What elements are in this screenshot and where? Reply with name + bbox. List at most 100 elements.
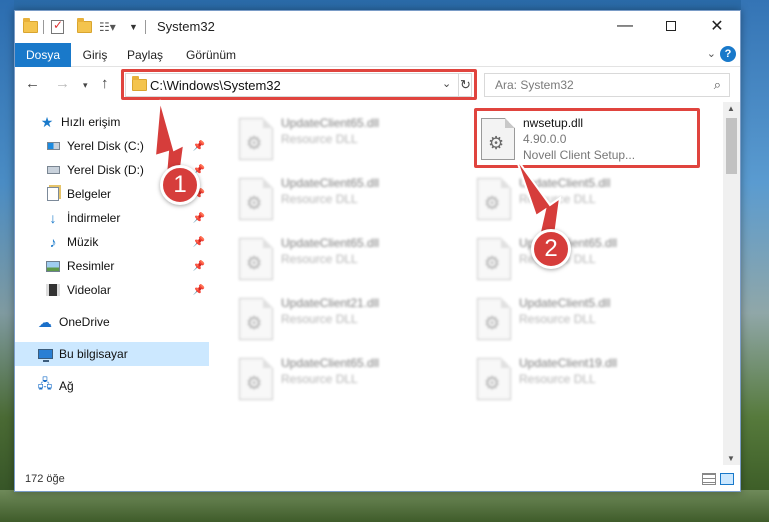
dll-file-icon: ⚙ xyxy=(239,118,273,160)
address-bar[interactable]: C:\Windows\System32 ⌄ ↻ xyxy=(125,73,472,97)
dll-file-icon: ⚙ xyxy=(239,298,273,340)
search-icon[interactable]: ⌕ xyxy=(714,77,721,93)
maximize-button[interactable] xyxy=(648,11,694,41)
dll-file-icon: ⚙ xyxy=(477,358,511,400)
close-button[interactable]: ✕ xyxy=(694,11,740,41)
sidebar-item-label: İndirmeler xyxy=(67,211,121,225)
videos-icon xyxy=(45,282,61,298)
gear-icon: ⚙ xyxy=(246,373,263,393)
sidebar-item-quick-access[interactable]: ★ Hızlı erişim xyxy=(15,110,209,134)
search-placeholder: Ara: System32 xyxy=(495,78,574,92)
file-name: UpdateClient65.dll xyxy=(281,116,380,130)
sidebar-item-label: Yerel Disk (D:) xyxy=(67,163,144,177)
list-item[interactable]: ⚙ UpdateClient65.dll Resource DLL xyxy=(231,354,461,406)
pin-icon[interactable]: 📌 xyxy=(193,261,205,272)
expand-ribbon-icon[interactable]: ⌄ xyxy=(707,47,716,60)
sidebar-item-label: Belgeler xyxy=(67,187,112,201)
highlighted-file-item[interactable]: ⚙ nwsetup.dll 4.90.0.0 Novell Client Set… xyxy=(473,114,703,166)
file-type: Resource DLL xyxy=(281,192,358,206)
address-path[interactable]: C:\Windows\System32 xyxy=(150,78,281,93)
pin-icon[interactable]: 📌 xyxy=(193,285,205,296)
dll-file-icon: ⚙ xyxy=(481,118,515,160)
tab-file[interactable]: Dosya xyxy=(15,43,71,67)
forward-arrow-icon[interactable]: → xyxy=(55,75,70,92)
dll-file-icon: ⚙ xyxy=(477,298,511,340)
tab-home[interactable]: Giriş xyxy=(71,43,119,67)
sidebar-item-label: Hızlı erişim xyxy=(61,115,121,129)
sidebar-item-network[interactable]: 🖧 Ağ xyxy=(15,374,209,398)
list-item[interactable]: ⚙ UpdateClient21.dll Resource DLL xyxy=(231,294,461,346)
customize-toolbar-icon[interactable]: ▼ xyxy=(129,19,139,35)
pin-icon[interactable]: 📌 xyxy=(193,213,205,224)
search-input[interactable]: Ara: System32 ⌕ xyxy=(484,73,730,97)
gear-icon: ⚙ xyxy=(488,133,505,153)
new-folder-icon[interactable] xyxy=(77,18,93,35)
sidebar-item-pictures[interactable]: Resimler 📌 xyxy=(15,254,209,278)
dll-file-icon: ⚙ xyxy=(239,238,273,280)
gear-icon: ⚙ xyxy=(484,253,501,273)
scroll-down-icon[interactable]: ▼ xyxy=(727,454,735,463)
vertical-scrollbar[interactable]: ▲ ▼ xyxy=(723,102,740,465)
file-type: Resource DLL xyxy=(519,372,596,386)
file-description: Novell Client Setup... xyxy=(523,148,636,162)
list-item[interactable]: ⚙ UpdateClient65.dll Resource DLL xyxy=(231,114,461,166)
back-arrow-icon[interactable]: ← xyxy=(25,75,40,92)
explorer-window: ☷▾ ▼ System32 — ✕ Dosya Giriş Paylaş Gör… xyxy=(14,10,741,492)
scrollbar-thumb[interactable] xyxy=(726,118,737,174)
refresh-icon[interactable]: ↻ xyxy=(458,74,472,96)
tab-view[interactable]: Görünüm xyxy=(177,43,245,67)
large-icons-view-icon[interactable] xyxy=(720,473,734,485)
music-icon: ♪ xyxy=(49,234,57,250)
properties-icon[interactable] xyxy=(51,18,67,35)
list-item[interactable]: ⚙ UpdateClient65.dll Resource DLL xyxy=(231,234,461,286)
desktop-background-right xyxy=(741,0,769,522)
sidebar-item-onedrive[interactable]: ☁ OneDrive xyxy=(15,310,209,334)
pictures-icon xyxy=(45,258,61,274)
file-name: UpdateClient65.dll xyxy=(281,356,380,370)
pin-icon[interactable]: 📌 xyxy=(193,237,205,248)
file-name: UpdateClient65.dll xyxy=(281,236,380,250)
minimize-button[interactable]: — xyxy=(602,11,648,41)
tab-share[interactable]: Paylaş xyxy=(119,43,171,67)
pin-icon[interactable]: 📌 xyxy=(193,141,205,152)
help-icon[interactable]: ? xyxy=(720,46,736,62)
downloads-icon: ↓ xyxy=(49,210,57,226)
list-item[interactable]: ⚙ UpdateClient19.dll Resource DLL xyxy=(469,354,699,406)
list-item[interactable]: ⚙ UpdateClient5.dll Resource DLL xyxy=(469,294,699,346)
drive-icon xyxy=(45,162,61,178)
sidebar-item-this-pc[interactable]: Bu bilgisayar xyxy=(15,342,209,366)
sidebar-item-label: Ağ xyxy=(59,379,74,393)
up-arrow-icon[interactable]: ↑ xyxy=(101,75,109,92)
list-item[interactable]: ⚙ UpdateClient5.dll Resource DLL xyxy=(469,174,699,226)
gear-icon: ⚙ xyxy=(246,253,263,273)
ribbon-tabs: Dosya Giriş Paylaş Görünüm ⌄ ? xyxy=(15,43,740,67)
sidebar-item-music[interactable]: ♪ Müzik 📌 xyxy=(15,230,209,254)
list-item[interactable]: ⚙ UpdateClient65.dll Resource DLL xyxy=(231,174,461,226)
dll-file-icon: ⚙ xyxy=(239,358,273,400)
recent-locations-icon[interactable]: ▾ xyxy=(83,80,88,91)
sidebar-item-label: Bu bilgisayar xyxy=(59,347,128,361)
scroll-up-icon[interactable]: ▲ xyxy=(727,104,735,113)
details-view-icon[interactable] xyxy=(702,473,716,485)
sidebar-item-label: Müzik xyxy=(67,235,99,249)
dll-file-icon: ⚙ xyxy=(239,178,273,220)
sidebar-item-videos[interactable]: Videolar 📌 xyxy=(15,278,209,302)
gear-icon: ⚙ xyxy=(484,313,501,333)
file-type: Resource DLL xyxy=(519,312,596,326)
quick-access-divider xyxy=(43,20,44,34)
onedrive-icon: ☁ xyxy=(38,313,52,330)
dll-file-icon: ⚙ xyxy=(477,178,511,220)
view-options-icon[interactable]: ☷▾ xyxy=(99,19,123,35)
file-type: Resource DLL xyxy=(519,192,596,206)
sidebar-item-downloads[interactable]: ↓ İndirmeler 📌 xyxy=(15,206,209,230)
gear-icon: ⚙ xyxy=(246,313,263,333)
sidebar-item-drive-c[interactable]: Yerel Disk (C:) 📌 xyxy=(15,134,209,158)
file-name: UpdateClient19.dll xyxy=(519,356,618,370)
gear-icon: ⚙ xyxy=(246,133,263,153)
maximize-icon xyxy=(666,21,676,31)
chevron-down-icon[interactable]: ⌄ xyxy=(442,77,451,90)
file-list: ⚙ UpdateClient65.dll Resource DLL ⚙ Upda… xyxy=(211,102,723,465)
title-divider xyxy=(145,20,146,34)
desktop-background-bottom xyxy=(0,490,769,522)
list-item[interactable]: ⚙ UpdateClient65.dll Resource DLL xyxy=(469,234,699,286)
